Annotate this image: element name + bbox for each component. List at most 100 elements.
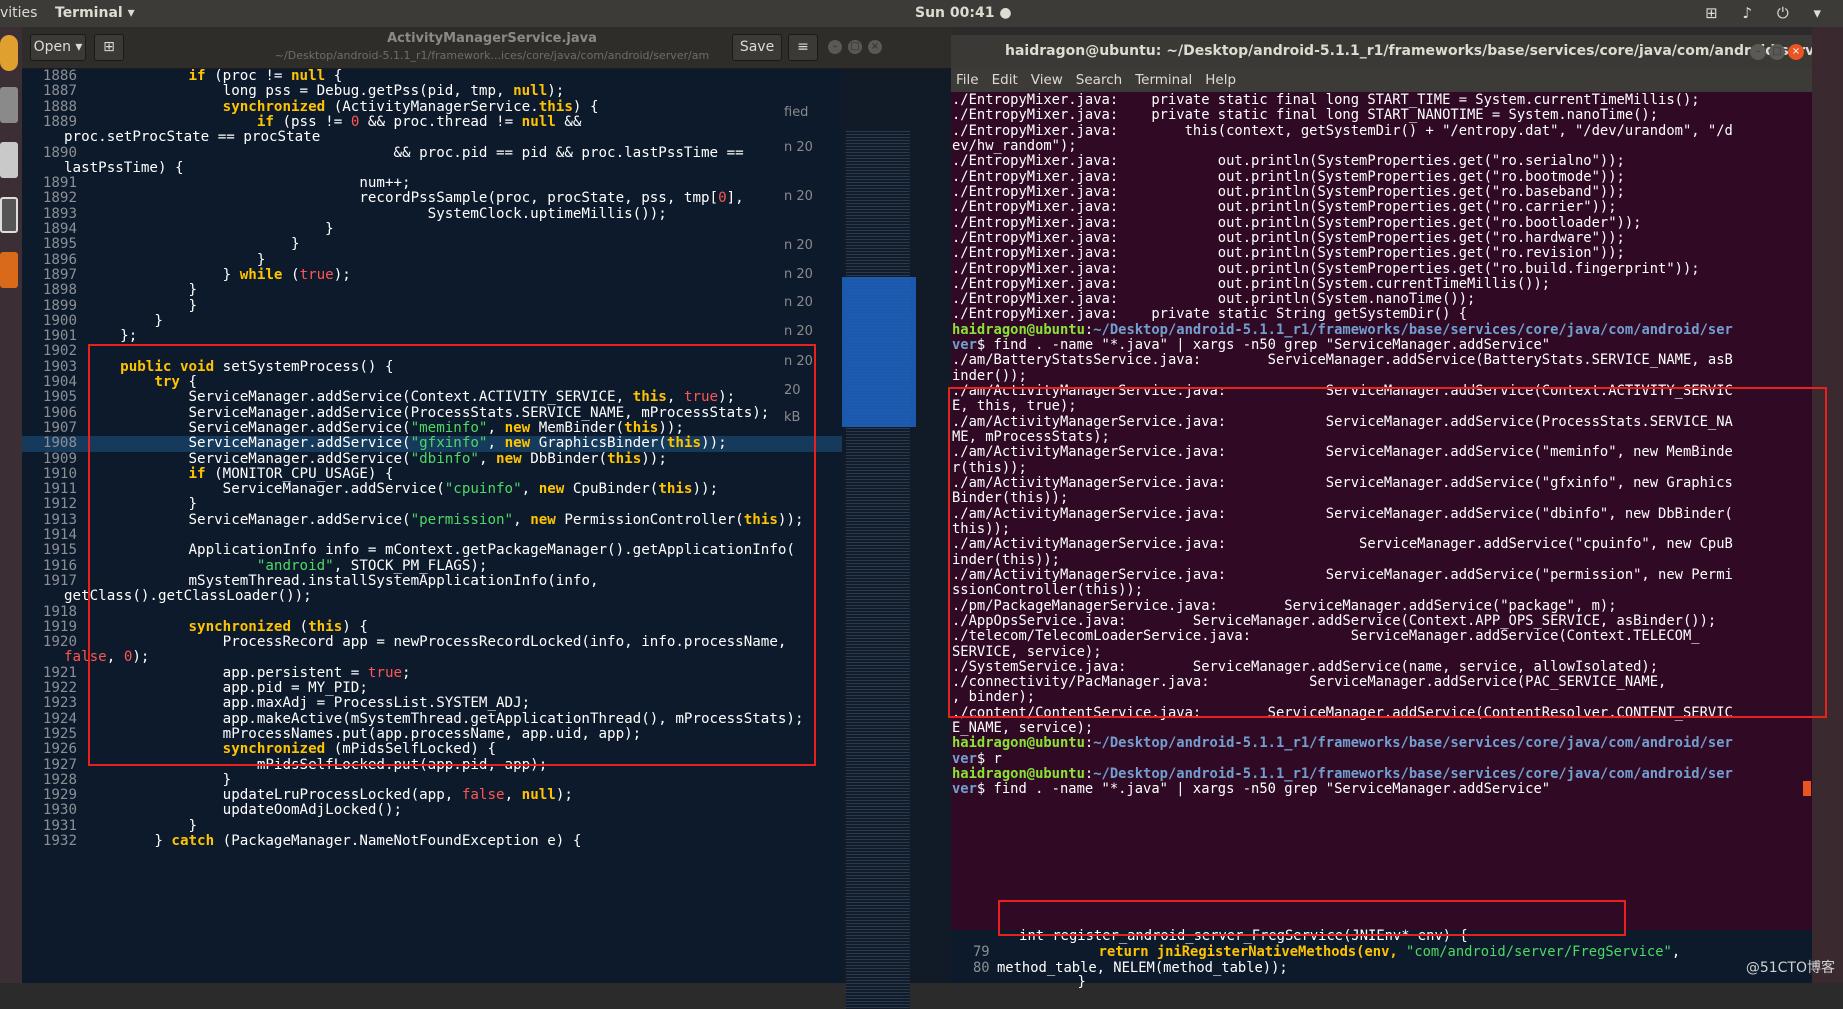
line-number: 1929 [22, 787, 77, 803]
terminal-line: ./EntropyMixer.java: out.println(SystemP… [952, 153, 1625, 169]
line-number: 1926 [22, 741, 77, 757]
code-line: } catch (PackageManager.NameNotFoundExce… [86, 833, 581, 849]
line-number: 1916 [22, 558, 77, 574]
minimize-icon[interactable]: – [1750, 44, 1766, 60]
minimap[interactable] [842, 69, 952, 983]
minimap-viewport[interactable] [842, 277, 916, 427]
menu-item-file[interactable]: File [956, 72, 979, 88]
menu-item-terminal[interactable]: Terminal [1135, 72, 1192, 88]
code-token: $ find . -name "*.java" | xargs -n50 gre… [977, 781, 1550, 797]
activities-label[interactable]: vities [0, 5, 37, 21]
terminal-line: ./EntropyMixer.java: out.println(SystemP… [952, 261, 1700, 277]
maximize-icon[interactable]: □ [848, 40, 862, 54]
terminal-line: ./EntropyMixer.java: private static fina… [952, 107, 1658, 123]
code-token: ./EntropyMixer.java: this(context, getSy… [952, 123, 1733, 139]
new-tab-button[interactable]: ⊞ [94, 34, 124, 61]
save-button[interactable]: Save [732, 34, 782, 61]
launcher-app-icon[interactable] [0, 87, 18, 123]
launcher-dock [0, 27, 22, 983]
close-icon[interactable]: × [868, 40, 882, 54]
line-number: 1890 [22, 145, 77, 161]
terminal-title: haidragon@ubuntu: ~/Desktop/android-5.1.… [951, 35, 1812, 68]
menu-item-view[interactable]: View [1031, 72, 1063, 88]
launcher-app-icon[interactable] [0, 35, 18, 71]
menu-item-search[interactable]: Search [1076, 72, 1122, 88]
line-number: 1888 [22, 99, 77, 115]
code-token: : [1085, 322, 1093, 338]
line-number: 1902 [22, 343, 77, 359]
maximize-icon[interactable]: □ [1769, 44, 1785, 60]
line-number: 1900 [22, 313, 77, 329]
code-token: updateLruProcessLocked(app, [86, 787, 462, 803]
code-token: long pss = Debug.getPss(pid, tmp, [223, 83, 513, 99]
launcher-app-icon[interactable] [0, 142, 18, 178]
code-token: } [86, 772, 231, 788]
partial-text: n 20 [784, 324, 813, 339]
terminal-line: ver$ find . -name "*.java" | xargs -n50 … [952, 781, 1550, 797]
code-token: ~/Desktop/android-5.1.1_r1/frameworks/ba… [1093, 735, 1733, 751]
line-number: 1910 [22, 466, 77, 482]
line-number: 1912 [22, 496, 77, 512]
document-title: ActivityManagerService.java [272, 31, 712, 46]
terminal-line: ver$ find . -name "*.java" | xargs -n50 … [952, 337, 1550, 353]
code-line: } [86, 252, 265, 268]
terminal-line: ./EntropyMixer.java: out.println(SystemP… [952, 199, 1617, 215]
line-number: 1925 [22, 726, 77, 742]
code-token: ./EntropyMixer.java: out.println(SystemP… [952, 215, 1641, 231]
menu-item-help[interactable]: Help [1205, 72, 1236, 88]
line-number: 1904 [22, 374, 77, 390]
line-number: 1920 [22, 634, 77, 650]
code-token: ver [952, 781, 977, 797]
clock[interactable]: Sun 00:41 ● [915, 5, 1012, 21]
code-token: , [505, 787, 522, 803]
code-token: SystemClock.uptimeMillis()); [86, 206, 667, 222]
code-token [86, 69, 189, 84]
terminal-launcher-icon[interactable] [0, 197, 18, 233]
code-token: null [513, 83, 547, 99]
code-line: proc.setProcState == procState [64, 129, 320, 145]
line-number: 1907 [22, 420, 77, 436]
code-token: (proc != [206, 69, 291, 84]
line-number: 1897 [22, 267, 77, 283]
code-token: $ find . -name "*.java" | xargs -n50 gre… [977, 337, 1550, 353]
code-token: null [522, 114, 556, 130]
code-token: synchronized [223, 99, 326, 115]
app-menu[interactable]: Terminal ▾ [55, 5, 135, 21]
terminal-line: ./EntropyMixer.java: out.println(SystemP… [952, 184, 1625, 200]
code-line: } [86, 818, 197, 834]
top-panel: vities Terminal ▾ Sun 00:41 ● ⊞ ♪ ⏻ ▾ [0, 0, 1843, 27]
line-number: 1909 [22, 451, 77, 467]
terminal-line: inder()); [952, 368, 1027, 384]
line-number: 1886 [22, 69, 77, 84]
line-number: 1927 [22, 757, 77, 773]
line-number: 1891 [22, 175, 77, 191]
open-button[interactable]: Open ▾ [30, 34, 86, 61]
partial-text: fied [784, 105, 808, 120]
code-token: 0 [718, 190, 727, 206]
system-tray[interactable]: ⊞ ♪ ⏻ ▾ [1705, 4, 1831, 22]
terminal-line: ./EntropyMixer.java: private static fina… [952, 92, 1700, 108]
code-token: null [522, 787, 556, 803]
terminal-line: ./EntropyMixer.java: this(context, getSy… [952, 123, 1733, 139]
minimize-icon[interactable]: – [828, 40, 842, 54]
code-token: haidragon@ubuntu [952, 322, 1085, 338]
menu-item-edit[interactable]: Edit [992, 72, 1018, 88]
code-line: } while (true); [86, 267, 351, 283]
code-token: ver [952, 337, 977, 353]
code-line: } [86, 298, 197, 314]
line-number: 1906 [22, 405, 77, 421]
line-number: 1898 [22, 282, 77, 298]
close-icon[interactable]: × [1788, 44, 1804, 60]
line-number: 1895 [22, 236, 77, 252]
code-token: ); [547, 83, 564, 99]
terminal-line: ./EntropyMixer.java: out.println(SystemP… [952, 215, 1641, 231]
partial-text: n 20 [784, 295, 813, 310]
terminal-line: ./EntropyMixer.java: out.println(SystemP… [952, 169, 1625, 185]
terminal-line: haidragon@ubuntu:~/Desktop/android-5.1.1… [952, 322, 1733, 338]
code-token: } [86, 252, 265, 268]
code-token: : [1085, 735, 1093, 751]
hamburger-menu-button[interactable]: ≡ [788, 34, 818, 61]
highlight-box-editor [88, 344, 816, 766]
terminal-line: ./EntropyMixer.java: out.println(System.… [952, 291, 1475, 307]
launcher-app-icon[interactable] [0, 252, 18, 288]
